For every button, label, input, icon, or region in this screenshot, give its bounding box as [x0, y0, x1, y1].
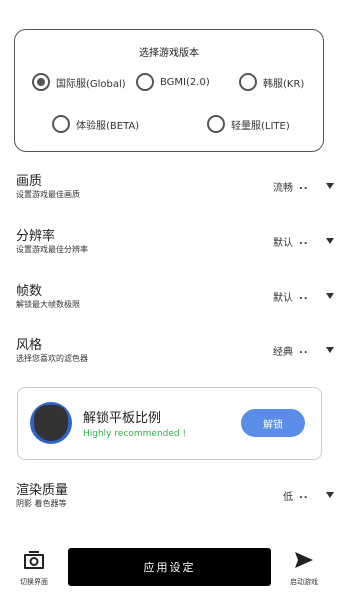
dropdown-ellipsis: ..: [299, 181, 309, 192]
switch-ui-button[interactable]: 切换界面: [14, 550, 54, 587]
chevron-down-icon[interactable]: [326, 347, 334, 353]
radio-unselected-icon: [207, 115, 225, 133]
setting-desc: 选择您喜欢的滤色器: [16, 354, 88, 363]
setting-desc: 解锁最大帧数极限: [16, 300, 80, 309]
radio-unselected-icon: [52, 115, 70, 133]
launch-game-label: 启动游戏: [290, 578, 318, 586]
setting-resolution: 分辨率 设置游戏最佳分辨率 默认 ..: [16, 225, 334, 261]
radio-label: 体验服(BETA): [76, 120, 140, 132]
setting-style: 风格 选择您喜欢的滤色器 经典 ..: [16, 334, 334, 370]
radio-beta[interactable]: 体验服(BETA): [52, 114, 139, 134]
setting-title: 分辨率: [16, 229, 56, 244]
radio-lite[interactable]: 轻量服(LITE): [207, 114, 290, 134]
version-selector-title: 选择游戏版本: [139, 48, 199, 59]
unlock-tablet-card: 解锁平板比例 Highly recommended ! 解锁: [17, 387, 322, 460]
dropdown-value: 低: [283, 492, 293, 503]
chevron-down-icon[interactable]: [326, 293, 334, 299]
apply-settings-button[interactable]: 应用设定: [68, 548, 271, 586]
radio-unselected-icon: [239, 73, 257, 91]
radio-label: 轻量服(LITE): [231, 120, 290, 132]
graphics-dropdown[interactable]: 流畅 ..: [273, 179, 309, 194]
radio-unselected-icon: [136, 73, 154, 91]
app-logo-icon: [30, 402, 72, 444]
setting-graphics: 画质 设置游戏最佳画质 流畅 ..: [16, 170, 334, 206]
launch-game-button[interactable]: 启动游戏: [284, 550, 324, 587]
setting-title: 画质: [16, 174, 43, 189]
setting-render-quality: 渲染质量 阴影 着色器等 低 ..: [16, 479, 334, 515]
chevron-down-icon[interactable]: [326, 238, 334, 244]
radio-global[interactable]: 国际服(Global): [32, 72, 126, 92]
radio-label: BGMI(2.0): [160, 76, 210, 88]
setting-title: 渲染质量: [16, 483, 69, 498]
style-dropdown[interactable]: 经典 ..: [273, 343, 309, 358]
radio-selected-icon: [32, 73, 50, 91]
chevron-down-icon[interactable]: [326, 492, 334, 498]
radio-label: 韩服(KR): [263, 78, 305, 90]
camera-switch-icon: [24, 551, 44, 569]
render-quality-dropdown[interactable]: 低 ..: [283, 488, 309, 503]
dropdown-value: 默认: [273, 293, 293, 304]
dropdown-value: 流畅: [273, 183, 293, 194]
fps-dropdown[interactable]: 默认 ..: [273, 289, 309, 304]
dropdown-ellipsis: ..: [299, 490, 309, 501]
unlock-button[interactable]: 解锁: [241, 409, 305, 437]
chevron-down-icon[interactable]: [326, 183, 334, 189]
setting-desc: 设置游戏最佳画质: [16, 190, 80, 199]
unlock-title: 解锁平板比例: [83, 411, 162, 426]
radio-bgmi[interactable]: BGMI(2.0): [136, 72, 210, 92]
setting-desc: 设置游戏最佳分辨率: [16, 245, 88, 254]
radio-kr[interactable]: 韩服(KR): [239, 72, 304, 92]
dropdown-value: 经典: [273, 347, 293, 358]
radio-label: 国际服(Global): [56, 78, 126, 90]
unlock-subtitle: Highly recommended !: [83, 429, 187, 439]
dropdown-ellipsis: ..: [299, 291, 309, 302]
version-selector-card: 选择游戏版本 国际服(Global) BGMI(2.0) 韩服(KR) 体验服(…: [14, 29, 324, 152]
setting-title: 帧数: [16, 284, 43, 299]
dropdown-ellipsis: ..: [299, 345, 309, 356]
dropdown-ellipsis: ..: [299, 236, 309, 247]
setting-desc: 阴影 着色器等: [16, 499, 67, 508]
setting-title: 风格: [16, 338, 43, 353]
send-icon: [295, 552, 313, 568]
dropdown-value: 默认: [273, 238, 293, 249]
resolution-dropdown[interactable]: 默认 ..: [273, 234, 309, 249]
switch-ui-label: 切换界面: [20, 578, 48, 586]
setting-fps: 帧数 解锁最大帧数极限 默认 ..: [16, 280, 334, 316]
